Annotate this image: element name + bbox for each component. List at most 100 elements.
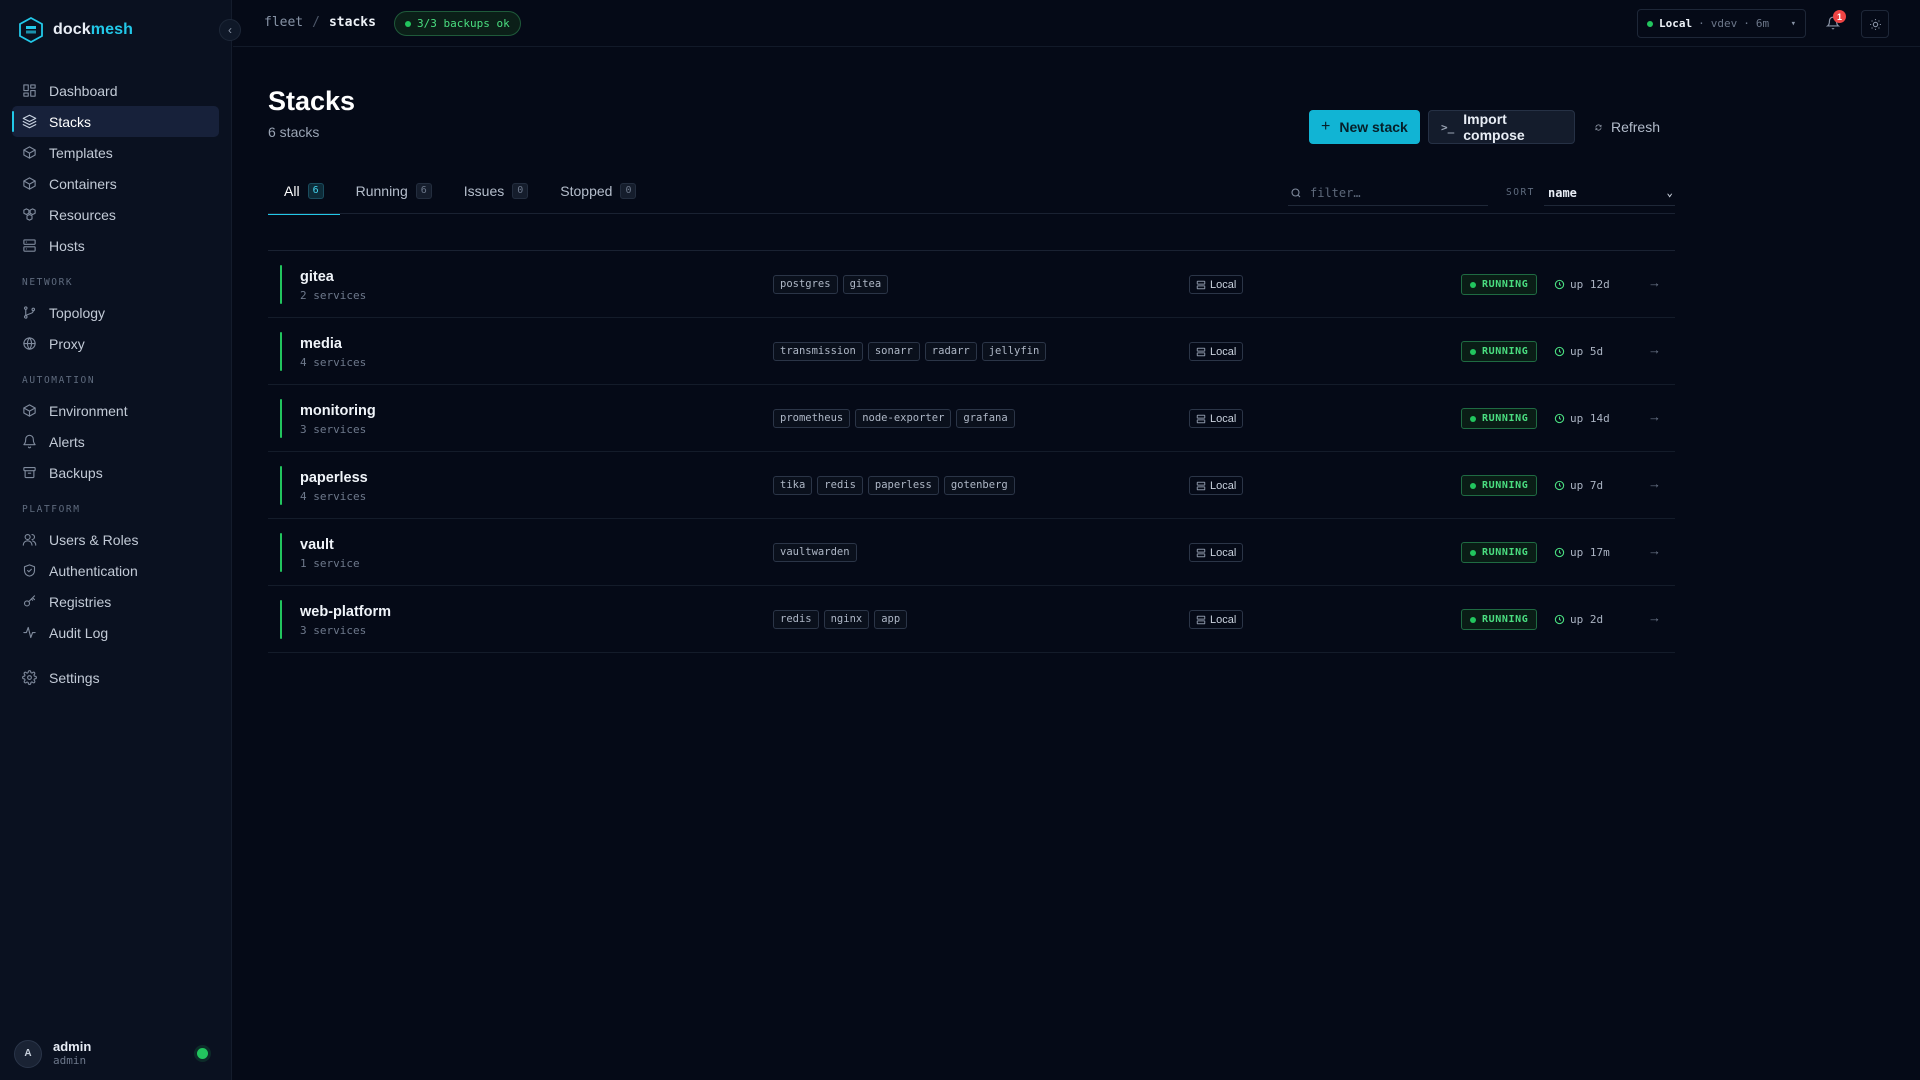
import-compose-button[interactable]: >_ Import compose bbox=[1428, 110, 1575, 144]
stack-row[interactable]: monitoring 3 services prometheus node-expor… bbox=[268, 385, 1675, 452]
sidebar-item-registries[interactable]: Registries bbox=[12, 586, 219, 617]
uptime: up 5d bbox=[1554, 345, 1603, 358]
breadcrumb-separator: / bbox=[312, 15, 320, 30]
stack-name[interactable]: monitoring bbox=[300, 403, 376, 419]
host-tag: Local bbox=[1189, 409, 1244, 428]
host-age: 6m bbox=[1755, 17, 1770, 30]
stack-row[interactable]: vault 1 service vaultwarden Local RUNNING up … bbox=[268, 519, 1675, 586]
backup-status-text: 3/3 backups ok bbox=[417, 17, 510, 30]
service-tag: postgres bbox=[773, 275, 838, 294]
service-tag: paperless bbox=[867, 476, 939, 495]
sidebar-item-settings[interactable]: Settings bbox=[12, 662, 219, 693]
service-tag: nginx bbox=[823, 610, 870, 629]
stack-row[interactable]: media 4 services transmission sonarr radarr j… bbox=[268, 318, 1675, 385]
arrow-right-icon[interactable]: → bbox=[1648, 342, 1661, 357]
sidebar-item-backups[interactable]: Backups bbox=[12, 457, 219, 488]
sidebar-item-label: Stacks bbox=[49, 113, 92, 130]
clock-icon bbox=[1554, 413, 1565, 424]
sidebar-item-users-roles[interactable]: Users & Roles bbox=[12, 524, 219, 555]
sort-select[interactable]: name ⌄ bbox=[1544, 180, 1675, 206]
tab-running[interactable]: Running 6 bbox=[340, 180, 448, 214]
sidebar-item-alerts[interactable]: Alerts bbox=[12, 426, 219, 457]
breadcrumb: fleet / stacks bbox=[264, 15, 376, 30]
tab-all[interactable]: All 6 bbox=[268, 180, 340, 215]
host-meta-separator: · bbox=[1743, 17, 1750, 30]
sidebar-item-label: Dashboard bbox=[49, 82, 118, 99]
sidebar-item-resources[interactable]: Resources bbox=[12, 199, 219, 230]
sidebar-section-heading: NETWORK bbox=[22, 277, 74, 288]
sidebar-item-label: Settings bbox=[49, 669, 100, 686]
host-tag: Local bbox=[1189, 476, 1244, 495]
stack-name[interactable]: paperless bbox=[300, 470, 368, 486]
key-icon bbox=[22, 594, 37, 609]
new-stack-button[interactable]: + New stack bbox=[1309, 110, 1420, 144]
clock-icon bbox=[1554, 614, 1565, 625]
service-tag: grafana bbox=[956, 409, 1015, 428]
tab-label: All bbox=[284, 183, 300, 199]
host-selector[interactable]: Local · vdev · 6m ▾ bbox=[1637, 9, 1806, 38]
arrow-right-icon[interactable]: → bbox=[1648, 275, 1661, 290]
refresh-label: Refresh bbox=[1610, 119, 1660, 135]
service-tag: gitea bbox=[842, 275, 889, 294]
stack-row[interactable]: gitea 2 services postgres gitea Local RUNNING… bbox=[268, 251, 1675, 318]
arrow-right-icon[interactable]: → bbox=[1648, 409, 1661, 424]
tab-issues[interactable]: Issues 0 bbox=[448, 180, 545, 214]
new-stack-label: New stack bbox=[1339, 119, 1408, 135]
theme-toggle-button[interactable] bbox=[1861, 10, 1889, 38]
sidebar-item-label: Users & Roles bbox=[49, 531, 139, 548]
stack-service-count: 4 services bbox=[300, 490, 367, 503]
sidebar-item-containers[interactable]: Containers bbox=[12, 168, 219, 199]
filter-input[interactable] bbox=[1310, 185, 1480, 200]
gear-icon bbox=[22, 670, 37, 685]
uptime-label: up 2d bbox=[1570, 613, 1604, 626]
service-tag: redis bbox=[817, 476, 863, 495]
sidebar-item-environment[interactable]: Environment bbox=[12, 395, 219, 426]
arrow-right-icon[interactable]: → bbox=[1648, 610, 1661, 625]
box-icon bbox=[22, 176, 37, 191]
user-profile[interactable]: A admin admin bbox=[14, 1039, 91, 1068]
users-icon bbox=[22, 532, 37, 547]
backup-status-badge[interactable]: 3/3 backups ok bbox=[394, 11, 521, 36]
status-label: RUNNING bbox=[1482, 614, 1529, 625]
status-accent-bar bbox=[280, 466, 282, 505]
service-tag: tika bbox=[773, 476, 813, 495]
package-icon bbox=[22, 145, 37, 160]
stack-name[interactable]: media bbox=[300, 336, 342, 352]
sidebar-item-stacks[interactable]: Stacks bbox=[12, 106, 219, 137]
stack-row[interactable]: paperless 4 services tika redis paperless got… bbox=[268, 452, 1675, 519]
server-icon bbox=[1196, 414, 1206, 423]
uptime-label: up 5d bbox=[1570, 345, 1604, 358]
sidebar-item-templates[interactable]: Templates bbox=[12, 137, 219, 168]
brand[interactable]: dockmesh bbox=[18, 16, 133, 44]
sidebar-item-dashboard[interactable]: Dashboard bbox=[12, 75, 219, 106]
sidebar-item-audit-log[interactable]: Audit Log bbox=[12, 617, 219, 648]
refresh-button[interactable]: Refresh bbox=[1585, 110, 1670, 144]
status-label: RUNNING bbox=[1482, 279, 1529, 290]
tab-count-badge: 0 bbox=[620, 183, 637, 199]
arrow-right-icon[interactable]: → bbox=[1648, 476, 1661, 491]
service-tags: transmission sonarr radarr jellyfin bbox=[773, 342, 1047, 361]
sidebar-item-authentication[interactable]: Authentication bbox=[12, 555, 219, 586]
server-icon bbox=[22, 238, 37, 253]
status-label: RUNNING bbox=[1482, 346, 1529, 357]
stack-name[interactable]: vault bbox=[300, 537, 334, 553]
service-tag: vaultwarden bbox=[773, 543, 857, 562]
stack-row[interactable]: web-platform 3 services redis nginx app Local… bbox=[268, 586, 1675, 653]
arrow-right-icon[interactable]: → bbox=[1648, 543, 1661, 558]
page-title: Stacks bbox=[268, 86, 356, 116]
tab-stopped[interactable]: Stopped 0 bbox=[544, 180, 652, 214]
stack-name[interactable]: web-platform bbox=[300, 604, 391, 620]
breadcrumb-fleet[interactable]: fleet bbox=[264, 15, 303, 30]
sidebar-item-proxy[interactable]: Proxy bbox=[12, 328, 219, 359]
stack-name[interactable]: gitea bbox=[300, 269, 334, 285]
sidebar-item-hosts[interactable]: Hosts bbox=[12, 230, 219, 261]
filter-box bbox=[1288, 180, 1488, 206]
uptime-label: up 12d bbox=[1570, 278, 1610, 291]
dockmesh-logo-icon bbox=[19, 17, 43, 43]
service-tag: app bbox=[874, 610, 908, 629]
sidebar-item-topology[interactable]: Topology bbox=[12, 297, 219, 328]
user-role: admin bbox=[53, 1054, 87, 1067]
avatar: A bbox=[14, 1039, 42, 1068]
sort-value: name bbox=[1548, 185, 1577, 200]
host-tag: Local bbox=[1189, 342, 1244, 361]
